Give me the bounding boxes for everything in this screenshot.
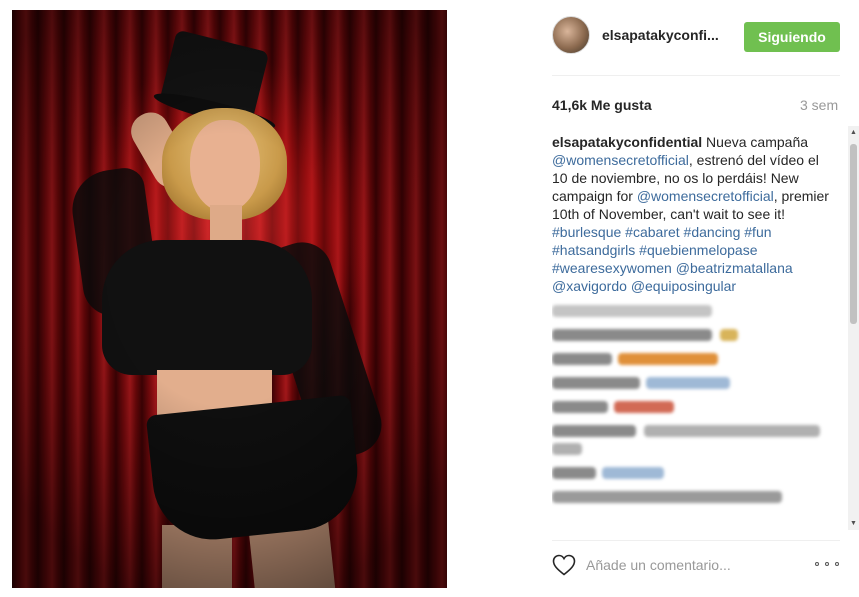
actions-divider <box>552 540 840 541</box>
heart-icon[interactable] <box>552 554 576 576</box>
post-time[interactable]: 3 sem <box>800 97 838 113</box>
like-count[interactable]: 41,6k Me gusta <box>552 97 652 113</box>
caption-hashtag[interactable]: #cabaret <box>625 224 679 240</box>
scroll-up-arrow-icon[interactable]: ▲ <box>849 128 858 137</box>
caption-hashtag[interactable]: #dancing <box>684 224 741 240</box>
comment-row <box>552 329 846 343</box>
caption-mention-1[interactable]: @womensecretofficial <box>552 152 689 168</box>
scroll-down-arrow-icon[interactable]: ▼ <box>849 519 858 528</box>
caption-mention[interactable]: @xavigordo <box>552 278 627 294</box>
post-header: elsapatakyconfi... Siguiendo <box>552 16 840 60</box>
caption-hashtag[interactable]: #wearesexywomen <box>552 260 672 276</box>
photo-vignette <box>12 10 447 588</box>
post-caption: elsapatakyconfidential Nueva campaña @wo… <box>552 133 838 295</box>
following-button[interactable]: Siguiendo <box>744 22 840 52</box>
comment-row <box>552 491 846 505</box>
caption-username[interactable]: elsapatakyconfidential <box>552 134 702 150</box>
caption-hashtag[interactable]: #hatsandgirls <box>552 242 635 258</box>
post-details-panel: elsapatakyconfi... Siguiendo 41,6k Me gu… <box>552 0 859 597</box>
caption-mention[interactable]: @beatrizmatallana <box>676 260 793 276</box>
avatar[interactable] <box>552 16 590 54</box>
post-photo[interactable] <box>12 10 447 588</box>
scrollbar-thumb[interactable] <box>850 144 857 324</box>
comments-list[interactable]: elsapatakyconfidential Nueva campaña @wo… <box>552 133 846 529</box>
more-options-icon[interactable] <box>814 556 840 572</box>
header-username[interactable]: elsapatakyconfi... <box>602 27 719 43</box>
comment-row <box>552 353 846 367</box>
caption-hashtag[interactable]: #burlesque <box>552 224 621 240</box>
comment-row <box>552 401 846 415</box>
comment-row <box>552 467 846 481</box>
caption-hashtag[interactable]: #quebienmelopase <box>639 242 757 258</box>
caption-text-1: Nueva campaña <box>702 134 809 150</box>
header-divider <box>552 75 840 76</box>
comments-scrollbar[interactable]: ▲ ▼ <box>848 126 859 530</box>
load-more-comments[interactable] <box>552 305 846 319</box>
add-comment-input[interactable] <box>586 553 796 577</box>
comment-row-cont <box>552 443 846 457</box>
caption-mention-2[interactable]: @womensecretofficial <box>637 188 774 204</box>
comment-row <box>552 425 846 439</box>
comment-row <box>552 377 846 391</box>
caption-mention[interactable]: @equiposingular <box>631 278 736 294</box>
caption-hashtag[interactable]: #fun <box>744 224 771 240</box>
